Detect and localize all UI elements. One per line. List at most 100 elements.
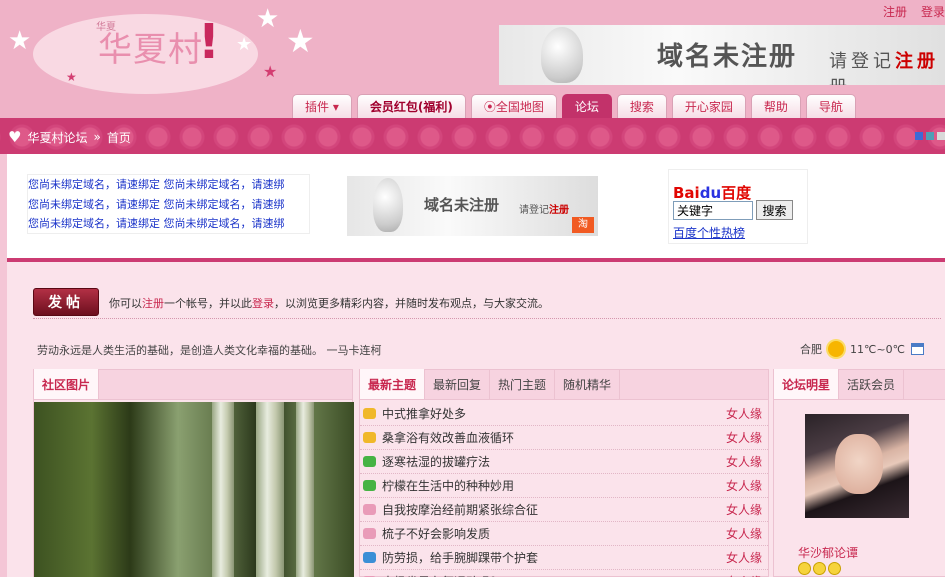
forum-stars-box: 论坛明星 活跃会员 华沙郁论谭	[773, 369, 945, 577]
skin-swatch[interactable]	[926, 132, 934, 140]
star-avatar[interactable]	[805, 414, 909, 518]
topics-tab[interactable]: 热门主题	[490, 369, 556, 399]
nav-tab[interactable]: 插件 ▾	[292, 94, 352, 118]
topic-title[interactable]: 逐寒祛湿的拔罐疗法	[382, 453, 726, 470]
topic-author[interactable]: 女人缘	[726, 501, 762, 518]
smiley-icon	[813, 562, 826, 575]
nav-tab[interactable]: 开心家园	[671, 94, 746, 118]
skin-swatch[interactable]	[937, 132, 945, 140]
topic-author[interactable]: 女人缘	[726, 477, 762, 494]
community-pictures-box: 社区图片	[33, 369, 354, 577]
topic-bubble-icon	[363, 528, 376, 539]
nav-tab[interactable]: 导航	[805, 94, 856, 118]
image-ad-register: 请登记注册	[519, 205, 569, 216]
topic-author[interactable]: 女人缘	[726, 525, 762, 542]
topic-row[interactable]: 逐寒祛湿的拔罐疗法 女人缘	[360, 450, 768, 474]
topic-row[interactable]: 柠檬在生活中的种种妙用 女人缘	[360, 474, 768, 498]
topic-row[interactable]: 自我按摩治经前期紧张综合征 女人缘	[360, 498, 768, 522]
bamboo-stem	[296, 402, 314, 577]
topic-title[interactable]: 桑拿浴有效改善血液循环	[382, 429, 726, 446]
bamboo-photo[interactable]	[34, 402, 354, 577]
topic-author[interactable]: 女人缘	[726, 453, 762, 470]
baidu-logo: Baidu百度	[673, 184, 752, 202]
topic-list: 中式推拿好处多 女人缘 桑拿浴有效改善血液循环 女人缘 逐寒祛湿的拔罐疗法 女人缘 柠檬在生…	[360, 400, 768, 577]
main-content: 您尚未绑定域名，请速绑定 您尚未绑定域名，请速绑 您尚未绑定域名，请速绑定 您尚…	[7, 154, 945, 577]
breadcrumb-current: 首页	[106, 130, 131, 145]
logo-title: 华夏村	[98, 30, 203, 70]
topic-row[interactable]: 太极拳是有氧运动吗？女人缘	[360, 570, 768, 577]
nav-tab[interactable]: ⦿全国地图	[470, 94, 557, 118]
star-icon: ★	[256, 4, 280, 34]
topic-title[interactable]: 梳子不好会影响发质	[382, 525, 726, 542]
nav-tab[interactable]: 搜索	[616, 94, 667, 118]
topic-row[interactable]: 防劳损，给手腕脚踝带个护套 女人缘	[360, 546, 768, 570]
nav-tab[interactable]: 论坛	[561, 94, 612, 118]
baidu-search-button[interactable]: 搜索	[756, 200, 793, 220]
dotted-divider	[33, 318, 941, 319]
topic-title[interactable]: 太极拳是有氧运动吗？	[382, 573, 726, 577]
weather-city: 合肥	[800, 343, 822, 356]
star-rank-icons	[798, 562, 841, 575]
bamboo-stem	[256, 402, 284, 577]
topics-box: 最新主题 最新回复 热门主题 随机精华 中式推拿好处多 女人缘 桑拿浴有效改善血液循环 女人…	[359, 369, 769, 577]
text-ad-line[interactable]: 您尚未绑定域名，请速绑定 您尚未绑定域名，请速绑	[28, 195, 309, 215]
topic-title[interactable]: 柠檬在生活中的种种妙用	[382, 477, 726, 494]
nav-tab[interactable]: 会员红包(福利)	[356, 94, 466, 118]
heart-icon: ♥	[8, 128, 22, 146]
stars-tab[interactable]: 活跃会员	[839, 369, 905, 399]
header-banner-ad[interactable]: 域名未注册 请登记注册册	[499, 25, 945, 85]
image-ad[interactable]: 域名未注册 请登记注册 淘	[347, 176, 598, 236]
topic-bubble-icon	[363, 552, 376, 563]
main-nav: 插件 ▾ 会员红包(福利) ⦿全国地图 论坛 搜索 开心家园 帮助 导航	[292, 94, 856, 118]
login-link[interactable]: 登录	[921, 3, 945, 20]
skin-switcher	[915, 132, 945, 140]
baidu-hot-link[interactable]: 百度个性热榜	[673, 224, 745, 241]
topics-tab[interactable]: 最新主题	[360, 369, 426, 399]
star-icon: ★	[263, 62, 278, 81]
new-post-button[interactable]: 发帖	[33, 288, 99, 316]
topic-author[interactable]: 女人缘	[726, 429, 762, 446]
baidu-search-widget: Baidu百度 搜索 百度个性热榜	[668, 169, 808, 244]
text-ad-line[interactable]: 您尚未绑定域名，请速绑定 您尚未绑定域名，请速绑	[28, 175, 309, 195]
breadcrumb: ♥ 华夏村论坛 » 首页	[8, 128, 131, 146]
stars-tabs: 论坛明星 活跃会员	[774, 369, 945, 400]
welcome-register-link[interactable]: 注册	[142, 297, 164, 310]
topic-bubble-icon	[363, 456, 376, 467]
topic-row[interactable]: 中式推拿好处多 女人缘	[360, 402, 768, 426]
topics-tab[interactable]: 最新回复	[425, 369, 491, 399]
header: ★ ★ ★ ★ ★ ★ 华夏 华夏村 ! 注册 登录 域名未注册 请登记注册册 …	[0, 0, 945, 118]
topic-row[interactable]: 梳子不好会影响发质 女人缘	[360, 522, 768, 546]
star-icon: ★	[66, 70, 77, 84]
bamboo-stem	[212, 402, 234, 577]
breadcrumb-bar: ♥ 华夏村论坛 » 首页	[0, 118, 945, 154]
topic-bubble-icon	[363, 408, 376, 419]
topic-author[interactable]: 女人缘	[726, 549, 762, 566]
tab-community-pictures[interactable]: 社区图片	[34, 369, 100, 399]
star-name[interactable]: 华沙郁论谭	[798, 544, 858, 561]
topic-title[interactable]: 防劳损，给手腕脚踝带个护套	[382, 549, 726, 566]
text-ad[interactable]: 您尚未绑定域名，请速绑定 您尚未绑定域名，请速绑 您尚未绑定域名，请速绑定 您尚…	[27, 174, 310, 234]
skin-swatch[interactable]	[915, 132, 923, 140]
baidu-search-input[interactable]	[673, 201, 753, 220]
top-links: 注册 登录	[883, 3, 945, 20]
dot-pattern	[0, 118, 945, 154]
stars-tab[interactable]: 论坛明星	[774, 369, 840, 399]
topic-author[interactable]: 女人缘	[726, 573, 762, 577]
calendar-icon[interactable]	[910, 343, 924, 355]
lightbulb-icon	[373, 178, 403, 232]
smiley-icon	[798, 562, 811, 575]
breadcrumb-home[interactable]: 华夏村论坛	[27, 129, 87, 146]
topic-author[interactable]: 女人缘	[726, 405, 762, 422]
site-logo[interactable]: ★ ★ ★ ★ ★ ★ 华夏 华夏村 !	[8, 4, 318, 94]
star-icon: ★	[8, 26, 32, 56]
register-link[interactable]: 注册	[883, 3, 907, 20]
topic-title[interactable]: 中式推拿好处多	[382, 405, 726, 422]
topic-row[interactable]: 桑拿浴有效改善血液循环 女人缘	[360, 426, 768, 450]
nav-tab[interactable]: 帮助	[750, 94, 801, 118]
topics-tab[interactable]: 随机精华	[555, 369, 621, 399]
welcome-login-link[interactable]: 登录	[252, 297, 274, 310]
topic-title[interactable]: 自我按摩治经前期紧张综合征	[382, 501, 726, 518]
banner-headline: 域名未注册	[657, 42, 798, 72]
text-ad-line[interactable]: 您尚未绑定域名，请速绑定 您尚未绑定域名，请速绑	[28, 214, 309, 233]
topic-bubble-icon	[363, 504, 376, 515]
